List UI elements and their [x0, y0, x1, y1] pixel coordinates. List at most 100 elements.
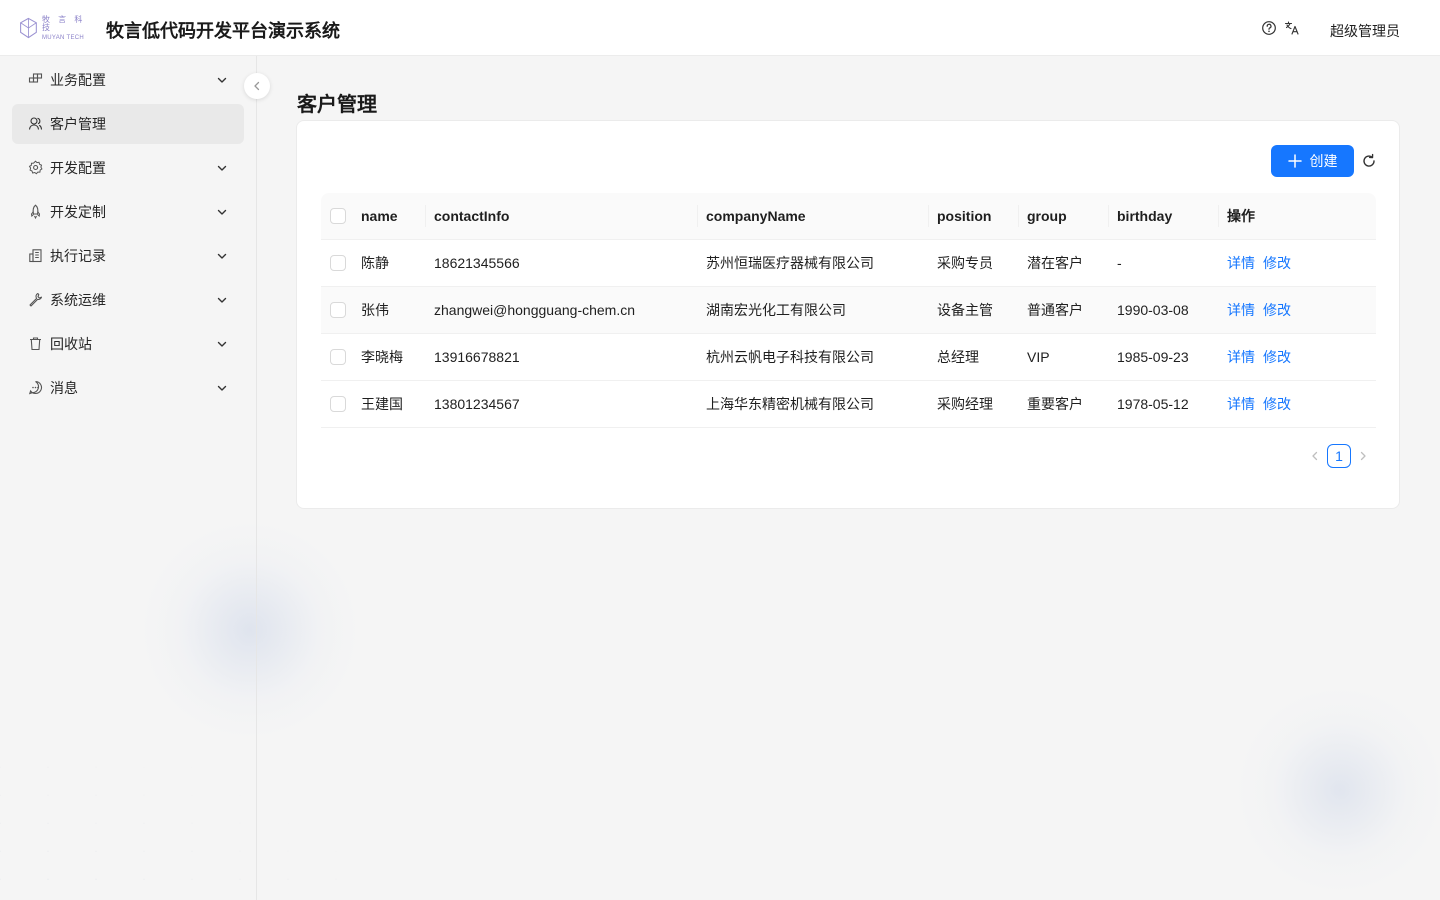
- edit-link[interactable]: 修改: [1263, 349, 1291, 366]
- users-icon: [28, 117, 43, 130]
- cell-group: 潜在客户: [1027, 255, 1083, 271]
- cell-companyname: 上海华东精密机械有限公司: [706, 396, 874, 412]
- logo-text-cn: 牧 言 科 技: [41, 14, 86, 32]
- cell-contactinfo: zhangwei@hongguang-chem.cn: [434, 302, 636, 318]
- sidebar-item-business-config[interactable]: 业务配置: [12, 60, 244, 100]
- cell-name: 陈静: [361, 255, 389, 271]
- sidebar-item-label: 系统运维: [50, 292, 106, 308]
- cell-group: 普通客户: [1027, 302, 1083, 318]
- chevron-down-icon: [217, 77, 227, 83]
- next-page-icon[interactable]: [1357, 450, 1369, 462]
- cell-position: 总经理: [937, 349, 979, 365]
- help-circle-icon[interactable]: [1261, 20, 1277, 36]
- row-checkbox[interactable]: [330, 349, 346, 365]
- sidebar-item-messages[interactable]: 消息: [12, 368, 244, 408]
- cell-position: 采购经理: [937, 396, 993, 412]
- background-glow: [1230, 690, 1440, 890]
- cell-name: 王建国: [361, 396, 403, 412]
- cell-position: 设备主管: [937, 302, 993, 318]
- create-button[interactable]: 创建: [1271, 145, 1354, 177]
- user-menu[interactable]: 超级管理员: [1330, 21, 1400, 41]
- select-all-checkbox[interactable]: [330, 208, 346, 224]
- chevron-down-icon: [217, 341, 227, 347]
- detail-link[interactable]: 详情: [1227, 255, 1255, 272]
- sidebar-item-sys-ops[interactable]: 系统运维: [12, 280, 244, 320]
- cell-companyname: 杭州云帆电子科技有限公司: [706, 349, 874, 365]
- customer-table: name contactInfo companyName position gr…: [321, 193, 1376, 428]
- detail-link[interactable]: 详情: [1227, 349, 1255, 366]
- logo-text-en: MUYAN TECH: [41, 34, 85, 41]
- column-header-name[interactable]: name: [361, 208, 398, 225]
- cell-birthday: 1985-09-23: [1117, 349, 1189, 365]
- plus-icon: [1287, 154, 1302, 168]
- sidebar: 业务配置 客户管理 开发配置 开发定制 执行记录 系统运维 回收站 消息: [0, 56, 257, 900]
- column-header-group[interactable]: group: [1027, 208, 1067, 225]
- sidebar-item-exec-records[interactable]: 执行记录: [12, 236, 244, 276]
- sidebar-collapse-button[interactable]: [244, 73, 270, 99]
- column-header-contactinfo[interactable]: contactInfo: [434, 208, 509, 225]
- chevron-left-icon: [254, 81, 260, 91]
- edit-link[interactable]: 修改: [1263, 255, 1291, 272]
- chevron-down-icon: [217, 297, 227, 303]
- sidebar-item-label: 客户管理: [50, 116, 106, 132]
- detail-link[interactable]: 详情: [1227, 396, 1255, 413]
- detail-link[interactable]: 详情: [1227, 302, 1255, 319]
- row-checkbox[interactable]: [330, 255, 346, 271]
- cell-position: 采购专员: [937, 255, 993, 271]
- create-button-label: 创建: [1309, 153, 1338, 169]
- table-row[interactable]: 张伟 zhangwei@hongguang-chem.cn 湖南宏光化工有限公司…: [321, 287, 1376, 334]
- table-header: name contactInfo companyName position gr…: [321, 193, 1376, 240]
- cell-contactinfo: 13916678821: [434, 349, 520, 365]
- sidebar-item-dev-config[interactable]: 开发配置: [12, 148, 244, 188]
- gear-icon: [28, 160, 43, 175]
- refresh-icon[interactable]: [1361, 153, 1377, 169]
- message-icon: [28, 380, 43, 395]
- cell-contactinfo: 18621345566: [434, 255, 520, 271]
- prev-page-icon[interactable]: [1309, 450, 1321, 462]
- edit-link[interactable]: 修改: [1263, 302, 1291, 319]
- cell-group: VIP: [1027, 349, 1050, 365]
- wrench-icon: [29, 292, 43, 307]
- chevron-down-icon: [217, 385, 227, 391]
- chevron-down-icon: [217, 253, 227, 259]
- cell-contactinfo: 13801234567: [434, 396, 520, 412]
- sidebar-item-label: 业务配置: [50, 72, 106, 88]
- cell-birthday: -: [1117, 255, 1122, 271]
- column-header-birthday[interactable]: birthday: [1117, 208, 1172, 225]
- blocks-icon: [28, 73, 43, 83]
- sidebar-item-customer-management[interactable]: 客户管理: [12, 104, 244, 144]
- page-title: 客户管理: [297, 94, 377, 116]
- sidebar-item-dev-custom[interactable]: 开发定制: [12, 192, 244, 232]
- cell-name: 张伟: [361, 302, 389, 318]
- page-number-button[interactable]: 1: [1327, 444, 1351, 468]
- cell-birthday: 1990-03-08: [1117, 302, 1189, 318]
- chevron-down-icon: [217, 165, 227, 171]
- rocket-icon: [30, 204, 41, 219]
- translate-icon[interactable]: [1284, 20, 1300, 36]
- logo[interactable]: 牧 言 科 技 MUYAN TECH: [18, 14, 94, 42]
- column-header-companyname[interactable]: companyName: [706, 208, 806, 225]
- sidebar-item-recycle-bin[interactable]: 回收站: [12, 324, 244, 364]
- table-row[interactable]: 陈静 18621345566 苏州恒瑞医疗器械有限公司 采购专员 潜在客户 - …: [321, 240, 1376, 287]
- trash-icon: [30, 337, 41, 351]
- customer-table-card: 创建 name contactInfo companyName position…: [296, 120, 1400, 509]
- cell-name: 李晓梅: [361, 349, 403, 365]
- logo-mark-icon: [20, 17, 37, 39]
- app-title: 牧言低代码开发平台演示系统: [106, 21, 340, 41]
- column-header-position[interactable]: position: [937, 208, 991, 225]
- building-icon: [29, 249, 42, 263]
- table-row[interactable]: 王建国 13801234567 上海华东精密机械有限公司 采购经理 重要客户 1…: [321, 381, 1376, 428]
- sidebar-item-label: 消息: [50, 380, 78, 396]
- sidebar-item-label: 回收站: [50, 336, 92, 352]
- edit-link[interactable]: 修改: [1263, 396, 1291, 413]
- table-row[interactable]: 李晓梅 13916678821 杭州云帆电子科技有限公司 总经理 VIP 198…: [321, 334, 1376, 381]
- sidebar-item-label: 执行记录: [50, 248, 106, 264]
- sidebar-item-label: 开发定制: [50, 204, 106, 220]
- cell-group: 重要客户: [1027, 396, 1083, 412]
- top-header: 牧 言 科 技 MUYAN TECH 牧言低代码开发平台演示系统 超级管理员: [0, 0, 1440, 56]
- cell-companyname: 苏州恒瑞医疗器械有限公司: [706, 255, 874, 271]
- column-header-actions: 操作: [1227, 208, 1255, 224]
- row-checkbox[interactable]: [330, 396, 346, 412]
- row-checkbox[interactable]: [330, 302, 346, 318]
- chevron-down-icon: [217, 209, 227, 215]
